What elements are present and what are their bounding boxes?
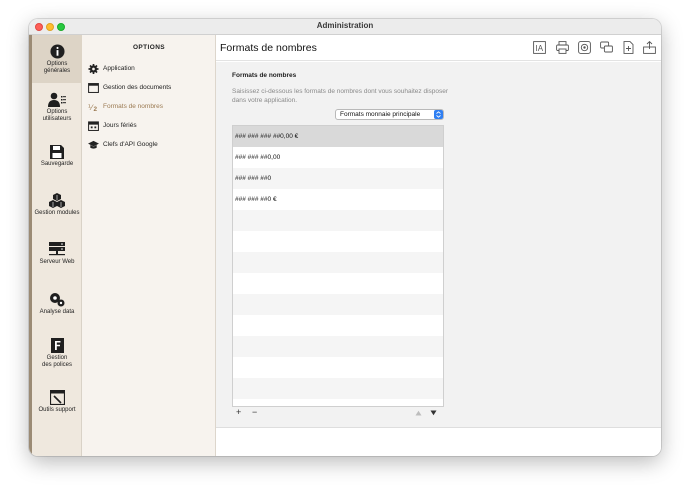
format-type-select[interactable]: Formats monnaie principale — [335, 109, 444, 120]
number-format-icon: ⅟2 — [88, 103, 98, 112]
nav-label: Gestion modules — [34, 210, 80, 216]
nav-label: des polices — [41, 362, 73, 368]
info-icon — [49, 44, 65, 59]
main-footer — [216, 429, 661, 456]
server-icon — [49, 242, 65, 256]
users-icon — [48, 92, 66, 107]
support-icon[interactable] — [578, 41, 591, 54]
option-jours-feries[interactable]: Jours fériés — [88, 120, 212, 132]
option-label: Gestion des documents — [103, 84, 172, 91]
main-panel: Formats de nombres IA Formats de nombres… — [216, 35, 661, 456]
calendar-icon — [88, 121, 99, 131]
option-formats-nombres[interactable]: ⅟2 Formats de nombres — [88, 101, 212, 113]
print-icon[interactable] — [556, 41, 569, 54]
document-icon — [88, 83, 99, 93]
main-header: Formats de nombres IA — [216, 35, 661, 61]
formats-table[interactable]: ### ### ### ##0,00 € ### ### ##0,00 ### … — [232, 125, 444, 407]
table-row-empty[interactable] — [233, 378, 443, 399]
table-row[interactable]: ### ### ##0 — [233, 168, 443, 189]
option-application[interactable]: Application — [88, 63, 212, 75]
table-row-empty[interactable] — [233, 273, 443, 294]
option-clefs-api-google[interactable]: Clefs d'API Google — [88, 139, 212, 151]
table-row-empty[interactable] — [233, 231, 443, 252]
nav-options-generales[interactable]: Options générales — [32, 35, 82, 83]
nav-label: Sauvegarde — [40, 161, 74, 167]
nav-outils-support[interactable]: Outils support — [32, 390, 82, 414]
add-format-button[interactable]: + — [236, 408, 241, 417]
nav-gestion-polices[interactable]: Gestion des polices — [32, 338, 82, 369]
nav-label: utilisateurs — [42, 116, 72, 122]
table-row-empty[interactable] — [233, 357, 443, 378]
new-document-icon[interactable] — [622, 41, 635, 54]
nav-label: Serveur Web — [39, 259, 75, 265]
graduation-cap-icon — [88, 140, 99, 149]
nav-gestion-modules[interactable]: Gestion modules — [32, 193, 82, 217]
floppy-icon — [50, 145, 64, 159]
svg-text:2: 2 — [94, 106, 98, 112]
nav-label: générales — [43, 68, 71, 74]
option-label: Application — [103, 65, 135, 72]
text-size-icon[interactable]: IA — [533, 41, 546, 54]
nav-label: Outils support — [38, 407, 76, 413]
options-panel: OPTIONS Application Gestion des document… — [82, 35, 216, 456]
format-type-select-value: Formats monnaie principale — [340, 111, 421, 118]
move-down-icon[interactable] — [430, 410, 437, 416]
nav-analyse-data[interactable]: Analyse data — [32, 292, 82, 316]
cubes-icon — [49, 193, 65, 208]
title-bar: Administration — [29, 19, 661, 35]
section-description: Saisissez ci-dessous les formats de nomb… — [232, 88, 449, 104]
nav-label: Analyse data — [39, 309, 75, 315]
nav-label: Options — [46, 109, 68, 115]
gear-icon — [88, 64, 99, 74]
option-label: Formats de nombres — [103, 103, 163, 110]
remove-format-button[interactable]: − — [252, 408, 257, 417]
chat-icon[interactable] — [600, 41, 613, 54]
content-area: Formats de nombres Saisissez ci-dessous … — [216, 62, 661, 428]
page-title: Formats de nombres — [220, 42, 317, 54]
left-navigation: Options générales Options utilisateurs S… — [29, 35, 82, 456]
table-row-empty[interactable] — [233, 210, 443, 231]
option-gestion-documents[interactable]: Gestion des documents — [88, 82, 212, 94]
window-title: Administration — [316, 21, 374, 30]
table-row[interactable]: ### ### ##0 € — [233, 189, 443, 210]
nav-options-utilisateurs[interactable]: Options utilisateurs — [32, 92, 82, 123]
move-up-icon[interactable] — [415, 410, 422, 416]
nav-label: Options — [46, 61, 68, 67]
options-title: OPTIONS — [132, 44, 166, 51]
export-icon[interactable] — [643, 41, 656, 54]
select-arrows-icon — [434, 110, 443, 119]
table-row-empty[interactable] — [233, 294, 443, 315]
nav-label: Gestion — [46, 355, 68, 361]
font-icon — [50, 338, 64, 353]
option-label: Clefs d'API Google — [103, 141, 158, 148]
table-row-empty[interactable] — [233, 252, 443, 273]
table-row[interactable]: ### ### ##0,00 — [233, 147, 443, 168]
gears-icon — [50, 293, 65, 307]
option-label: Jours fériés — [103, 122, 137, 129]
table-row-empty[interactable] — [233, 336, 443, 357]
section-title: Formats de nombres — [232, 72, 297, 79]
admin-window: Administration Options générales Options… — [29, 19, 661, 456]
tools-icon — [49, 390, 65, 405]
table-row-empty[interactable] — [233, 315, 443, 336]
svg-text:IA: IA — [536, 44, 544, 53]
nav-serveur-web[interactable]: Serveur Web — [32, 242, 82, 266]
nav-sauvegarde[interactable]: Sauvegarde — [32, 145, 82, 168]
table-row[interactable]: ### ### ### ##0,00 € — [233, 126, 443, 147]
